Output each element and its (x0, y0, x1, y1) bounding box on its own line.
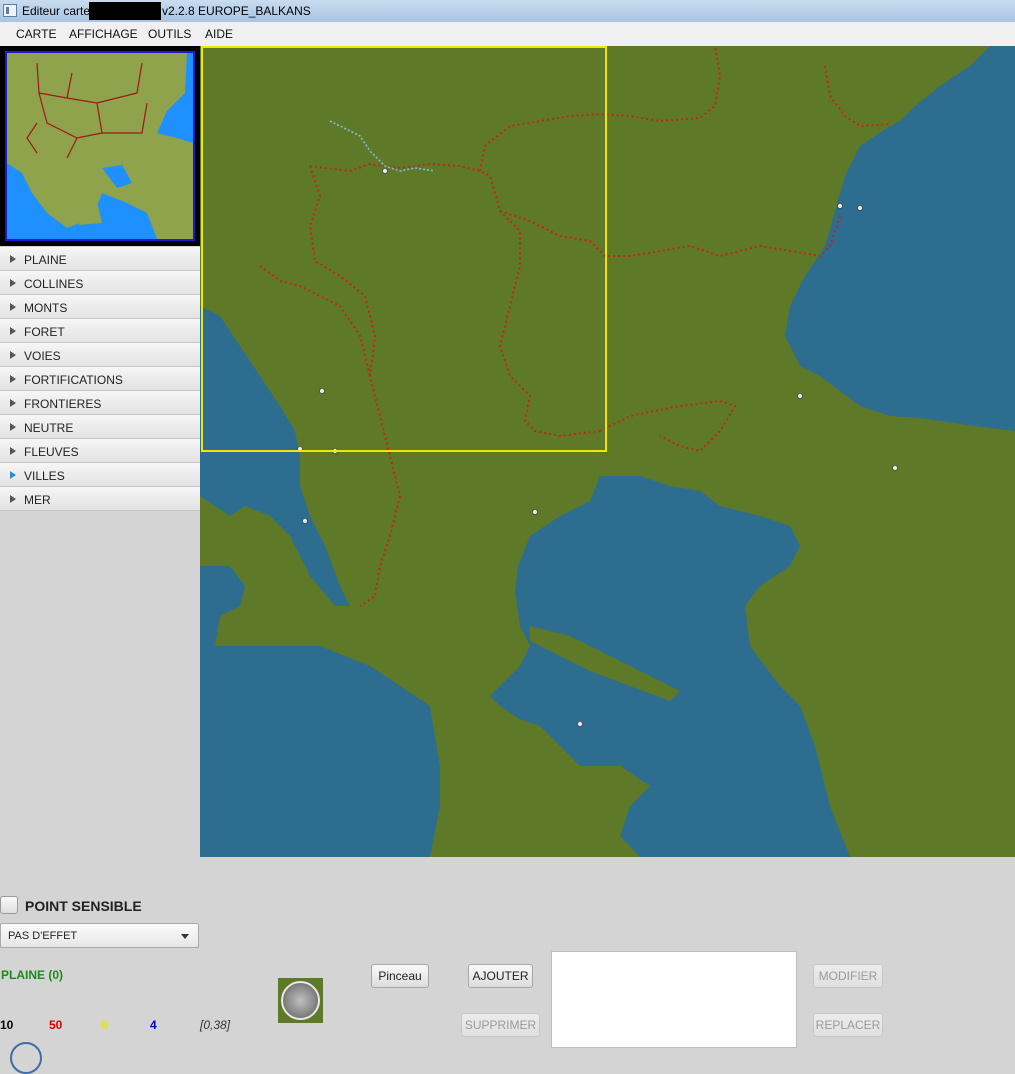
viewport-frame[interactable] (201, 46, 607, 452)
chevron-right-icon (10, 399, 16, 407)
minimap-graphic (7, 53, 193, 239)
tile-preview (281, 981, 320, 1020)
category-mer[interactable]: MER (0, 487, 200, 511)
stat-value: 50 (49, 1018, 63, 1032)
redacted-block (89, 2, 161, 20)
chevron-right-icon (10, 447, 16, 455)
chevron-down-icon (181, 934, 189, 939)
menu-bar: CARTE AFFICHAGE OUTILS AIDE (0, 22, 1015, 47)
chevron-right-icon (10, 255, 16, 263)
category-label: MER (24, 493, 51, 507)
chevron-right-icon (10, 495, 16, 503)
stat-value: 4 (150, 1018, 157, 1032)
city-list[interactable] (551, 951, 797, 1048)
app-icon (3, 4, 17, 17)
pinceau-button[interactable]: Pinceau (371, 964, 429, 988)
category-label: FORTIFICATIONS (24, 373, 123, 387)
modifier-button[interactable]: MODIFIER (813, 964, 883, 988)
chevron-right-icon (10, 375, 16, 383)
chevron-right-icon (10, 279, 16, 287)
effect-select[interactable]: PAS D'EFFET (0, 923, 199, 948)
ajouter-button[interactable]: AJOUTER (468, 964, 533, 988)
chevron-right-icon (10, 327, 16, 335)
category-voies[interactable]: VOIES (0, 343, 200, 367)
category-frontieres[interactable]: FRONTIERES (0, 391, 200, 415)
category-label: VOIES (24, 349, 61, 363)
category-fortifications[interactable]: FORTIFICATIONS (0, 367, 200, 391)
category-fleuves[interactable]: FLEUVES (0, 439, 200, 463)
replacer-button[interactable]: REPLACER (813, 1013, 883, 1037)
window-title-suffix: v2.2.8 EUROPE_BALKANS (162, 4, 311, 18)
category-plaine[interactable]: PLAINE (0, 247, 200, 271)
minimap[interactable] (0, 46, 200, 246)
category-neutre[interactable]: NEUTRE (0, 415, 200, 439)
minimap-view[interactable] (5, 51, 195, 241)
category-villes[interactable]: VILLES (0, 463, 200, 487)
status-circle-icon (10, 1042, 42, 1074)
menu-aide[interactable]: AIDE (205, 27, 233, 41)
category-monts[interactable]: MONTS (0, 295, 200, 319)
category-label: FORET (24, 325, 65, 339)
category-label: VILLES (24, 469, 65, 483)
supprimer-button[interactable]: SUPPRIMER (461, 1013, 540, 1037)
menu-outils[interactable]: OUTILS (148, 27, 191, 41)
coordinates-readout: [0,38] (200, 1018, 231, 1032)
stat-value: 0 (101, 1018, 108, 1032)
category-label: FLEUVES (24, 445, 79, 459)
category-foret[interactable]: FORET (0, 319, 200, 343)
category-list: PLAINE COLLINES MONTS FORET VOIES FORTIF… (0, 247, 200, 511)
menu-carte[interactable]: CARTE (16, 27, 56, 41)
cobblestone-tile-icon[interactable] (278, 978, 323, 1023)
category-label: NEUTRE (24, 421, 74, 435)
menu-affichage[interactable]: AFFICHAGE (69, 27, 138, 41)
chevron-right-icon (10, 423, 16, 431)
point-sensible-checkbox[interactable] (0, 896, 18, 914)
effect-select-value: PAS D'EFFET (8, 930, 78, 942)
category-label: MONTS (24, 301, 68, 315)
terrain-info: PLAINE (0) (1, 968, 64, 982)
category-label: COLLINES (24, 277, 84, 291)
window-title-prefix: Editeur carte (22, 4, 91, 18)
point-sensible-label: POINT SENSIBLE (25, 898, 142, 914)
chevron-right-icon (10, 303, 16, 311)
category-collines[interactable]: COLLINES (0, 271, 200, 295)
stat-value: 10 (0, 1018, 14, 1032)
window-titlebar: Editeur carte v2.2.8 EUROPE_BALKANS (0, 0, 1015, 22)
chevron-right-icon (10, 471, 16, 479)
category-label: FRONTIERES (24, 397, 102, 411)
category-label: PLAINE (24, 253, 67, 267)
chevron-right-icon (10, 351, 16, 359)
